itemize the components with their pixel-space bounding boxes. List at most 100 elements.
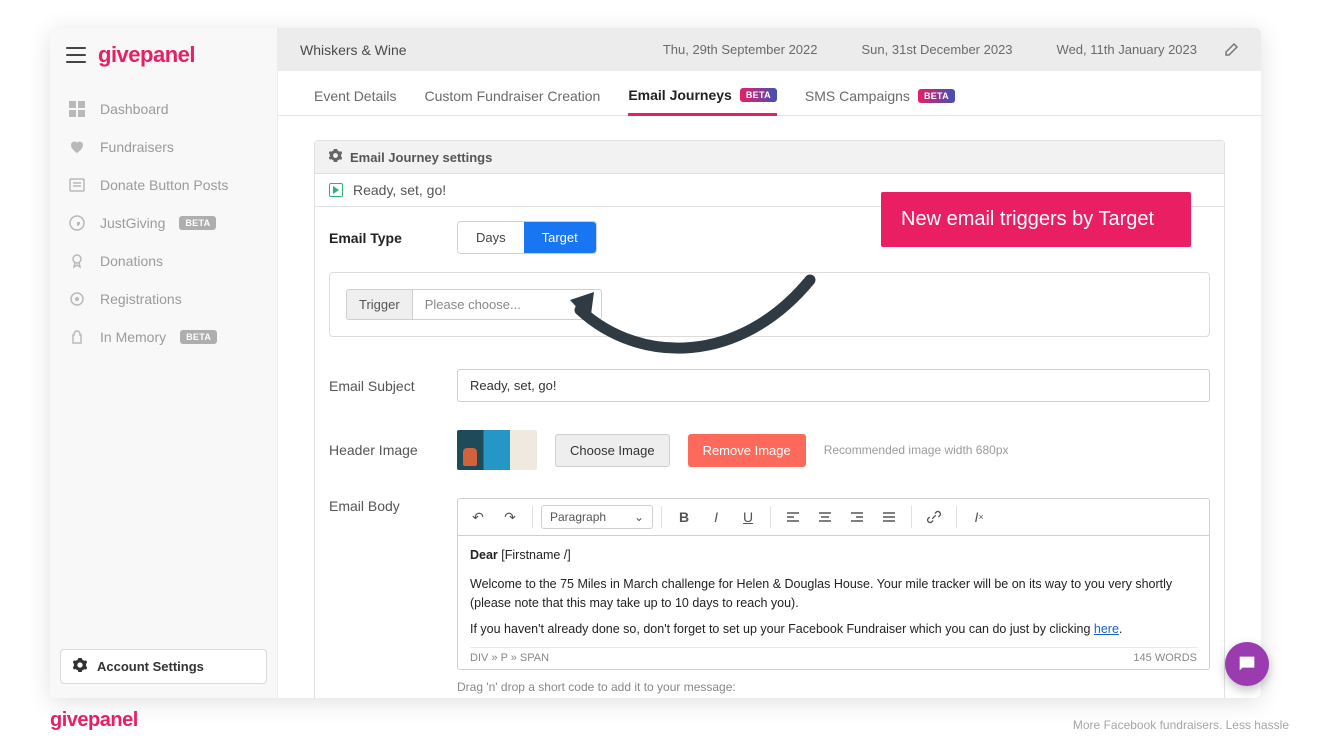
sidebar-item-label: Registrations: [100, 291, 182, 307]
paragraph-select-label: Paragraph: [550, 510, 606, 524]
header-image-thumbnail[interactable]: [457, 430, 537, 470]
clear-format-icon[interactable]: I×: [965, 503, 993, 531]
edit-icon[interactable]: [1223, 42, 1239, 61]
sidebar-footer: Account Settings: [50, 639, 277, 698]
editor-salutation: Dear [Firstname /]: [470, 546, 1197, 565]
editor-path: DIV » P » SPAN: [470, 650, 549, 667]
brand-logo: givepanel: [98, 42, 195, 68]
email-body-row: Email Body ↶ ↷ Paragraph ⌄ B I U: [315, 484, 1224, 698]
heart-icon: [68, 138, 86, 156]
toolbar-separator: [956, 506, 957, 528]
memory-icon: [68, 328, 86, 346]
remove-image-button[interactable]: Remove Image: [688, 434, 806, 467]
footer-tagline: More Facebook fundraisers. Less hassle: [1073, 718, 1289, 732]
header-image-row: Header Image Choose Image Remove Image R…: [315, 416, 1224, 484]
editor-p2-b: .: [1119, 622, 1122, 636]
salutation-prefix: Dear: [470, 548, 501, 562]
sidebar-nav: Dashboard Fundraisers Donate Button Post…: [50, 86, 277, 639]
editor-link-here[interactable]: here: [1094, 622, 1119, 636]
callout-annotation: New email triggers by Target: [881, 192, 1191, 247]
account-settings-button[interactable]: Account Settings: [60, 649, 267, 684]
align-left-icon[interactable]: [779, 503, 807, 531]
subject-input[interactable]: [457, 369, 1210, 402]
sidebar-item-dashboard[interactable]: Dashboard: [50, 90, 277, 128]
shortcodes-hint: Drag 'n' drop a short code to add it to …: [457, 680, 1210, 694]
sidebar-item-donate-button-posts[interactable]: Donate Button Posts: [50, 166, 277, 204]
link-icon[interactable]: [920, 503, 948, 531]
sidebar: givepanel Dashboard Fundraisers Donate B…: [50, 28, 278, 698]
underline-icon[interactable]: U: [734, 503, 762, 531]
sidebar-item-justgiving[interactable]: JustGiving BETA: [50, 204, 277, 242]
editor-status: DIV » P » SPAN 145 WORDS: [470, 647, 1197, 667]
sidebar-item-registrations[interactable]: Registrations: [50, 280, 277, 318]
tab-custom-fundraiser-creation[interactable]: Custom Fundraiser Creation: [424, 87, 600, 115]
choose-image-button[interactable]: Choose Image: [555, 434, 670, 467]
header-image-label: Header Image: [329, 442, 439, 458]
hamburger-icon[interactable]: [66, 47, 86, 63]
tab-event-details[interactable]: Event Details: [314, 87, 396, 115]
tab-sms-campaigns[interactable]: SMS Campaigns BETA: [805, 87, 955, 115]
sidebar-item-fundraisers[interactable]: Fundraisers: [50, 128, 277, 166]
toolbar-separator: [661, 506, 662, 528]
account-settings-label: Account Settings: [97, 659, 204, 674]
sidebar-item-in-memory[interactable]: In Memory BETA: [50, 318, 277, 356]
sidebar-item-label: Fundraisers: [100, 139, 174, 155]
trigger-box: Trigger Please choose...: [329, 272, 1210, 337]
sidebar-item-label: Donations: [100, 253, 163, 269]
sidebar-item-label: In Memory: [100, 329, 166, 345]
tab-label: SMS Campaigns: [805, 88, 910, 104]
email-type-days-button[interactable]: Days: [458, 222, 524, 253]
email-body-label: Email Body: [329, 498, 439, 514]
gear-icon: [73, 658, 87, 675]
salutation-token: [Firstname /]: [501, 548, 570, 562]
sidebar-top: givepanel: [50, 28, 277, 86]
toolbar-separator: [770, 506, 771, 528]
email-type-segmented: Days Target: [457, 221, 597, 254]
org-name: Whiskers & Wine: [300, 42, 663, 58]
sidebar-item-donations[interactable]: Donations: [50, 242, 277, 280]
sidebar-item-label: JustGiving: [100, 215, 165, 231]
editor-wordcount: 145 WORDS: [1133, 650, 1197, 667]
header-image-hint: Recommended image width 680px: [824, 443, 1009, 457]
tabs: Event Details Custom Fundraiser Creation…: [278, 71, 1261, 116]
chevron-down-icon: ⌄: [634, 510, 644, 524]
panel-subtitle: Ready, set, go!: [353, 182, 446, 198]
redo-icon[interactable]: ↷: [496, 503, 524, 531]
subject-label: Email Subject: [329, 378, 439, 394]
date-1: Thu, 29th September 2022: [663, 42, 818, 57]
main: Whiskers & Wine Thu, 29th September 2022…: [278, 28, 1261, 698]
tab-label: Custom Fundraiser Creation: [424, 88, 600, 104]
editor-paragraph-1: Welcome to the 75 Miles in March challen…: [470, 575, 1197, 613]
editor-body[interactable]: Dear [Firstname /] Welcome to the 75 Mil…: [457, 535, 1210, 670]
trigger-label: Trigger: [346, 289, 412, 320]
shortcodes-list[interactable]: [Firstname /][Lastname /][Email /][Event…: [457, 698, 1210, 699]
align-center-icon[interactable]: [811, 503, 839, 531]
trigger-select-value: Please choose...: [425, 297, 521, 312]
italic-icon[interactable]: I: [702, 503, 730, 531]
chat-icon: [1236, 653, 1258, 675]
sidebar-item-label: Dashboard: [100, 101, 169, 117]
dashboard-icon: [68, 100, 86, 118]
play-icon: [329, 183, 343, 197]
trigger-select[interactable]: Please choose...: [412, 289, 602, 320]
panel-title: Email Journey settings: [350, 150, 492, 165]
panel-header: Email Journey settings: [315, 141, 1224, 174]
bold-icon[interactable]: B: [670, 503, 698, 531]
tab-email-journeys[interactable]: Email Journeys BETA: [628, 87, 777, 116]
footer-brand: givepanel: [50, 709, 138, 732]
beta-badge: BETA: [740, 88, 777, 102]
tab-label: Email Journeys: [628, 87, 732, 103]
tab-label: Event Details: [314, 88, 396, 104]
sidebar-item-label: Donate Button Posts: [100, 177, 228, 193]
editor-paragraph-2: If you haven't already done so, don't fo…: [470, 620, 1197, 639]
beta-badge: BETA: [918, 89, 955, 103]
subject-row: Email Subject: [315, 355, 1224, 416]
align-justify-icon[interactable]: [875, 503, 903, 531]
app-frame: givepanel Dashboard Fundraisers Donate B…: [50, 28, 1261, 698]
undo-icon[interactable]: ↶: [464, 503, 492, 531]
paragraph-select[interactable]: Paragraph ⌄: [541, 505, 653, 529]
chat-bubble-button[interactable]: [1225, 642, 1269, 686]
beta-badge: BETA: [180, 330, 217, 344]
align-right-icon[interactable]: [843, 503, 871, 531]
email-type-target-button[interactable]: Target: [524, 222, 596, 253]
